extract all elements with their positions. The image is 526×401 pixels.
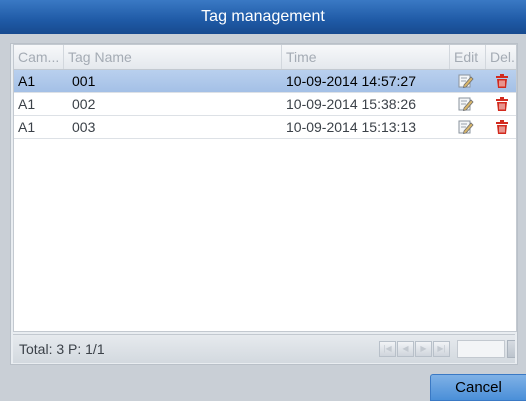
pagination-bar: Total: 3 P: 1/1 |◀ ◀ ▶ ▶| bbox=[13, 334, 515, 363]
last-page-icon[interactable]: ▶| bbox=[433, 341, 450, 357]
column-header-tag-name[interactable]: Tag Name bbox=[64, 45, 282, 69]
go-page-button[interactable] bbox=[507, 340, 515, 358]
edit-icon[interactable] bbox=[458, 119, 474, 135]
table-row[interactable]: A1 002 10-09-2014 15:38:26 bbox=[14, 93, 516, 116]
table-header: Cam... Tag Name Time Edit Del... bbox=[14, 45, 516, 70]
camera-cell: A1 bbox=[18, 73, 36, 89]
table-row[interactable]: A1 001 10-09-2014 14:57:27 bbox=[14, 70, 516, 93]
column-header-time[interactable]: Time bbox=[282, 45, 450, 69]
trash-icon[interactable] bbox=[494, 73, 510, 89]
next-page-icon[interactable]: ▶ bbox=[415, 341, 432, 357]
tag-name-cell: 003 bbox=[72, 119, 96, 135]
edit-icon[interactable] bbox=[458, 96, 474, 112]
dialog-title: Tag management bbox=[0, 0, 526, 34]
trash-icon[interactable] bbox=[494, 119, 510, 135]
tag-name-cell: 001 bbox=[72, 73, 96, 89]
camera-cell: A1 bbox=[18, 119, 36, 135]
table-row[interactable]: A1 003 10-09-2014 15:13:13 bbox=[14, 116, 516, 139]
edit-icon[interactable] bbox=[458, 73, 474, 89]
time-cell: 10-09-2014 15:13:13 bbox=[286, 119, 416, 135]
page-number-input[interactable] bbox=[457, 340, 505, 358]
trash-icon[interactable] bbox=[494, 96, 510, 112]
total-label: Total: 3 P: 1/1 bbox=[19, 341, 105, 357]
first-page-icon[interactable]: |◀ bbox=[379, 341, 396, 357]
camera-cell: A1 bbox=[18, 96, 36, 112]
tag-panel: Cam... Tag Name Time Edit Del... A1 001 … bbox=[10, 43, 518, 365]
cancel-button[interactable]: Cancel bbox=[430, 374, 526, 401]
column-header-camera[interactable]: Cam... bbox=[14, 45, 64, 69]
tag-name-cell: 002 bbox=[72, 96, 96, 112]
time-cell: 10-09-2014 14:57:27 bbox=[286, 73, 416, 89]
column-header-delete[interactable]: Del... bbox=[486, 45, 516, 69]
column-header-edit[interactable]: Edit bbox=[450, 45, 486, 69]
time-cell: 10-09-2014 15:38:26 bbox=[286, 96, 416, 112]
tag-table: Cam... Tag Name Time Edit Del... A1 001 … bbox=[13, 44, 517, 332]
tag-management-dialog: Tag management Cam... Tag Name Time Edit… bbox=[0, 0, 526, 401]
prev-page-icon[interactable]: ◀ bbox=[397, 341, 414, 357]
